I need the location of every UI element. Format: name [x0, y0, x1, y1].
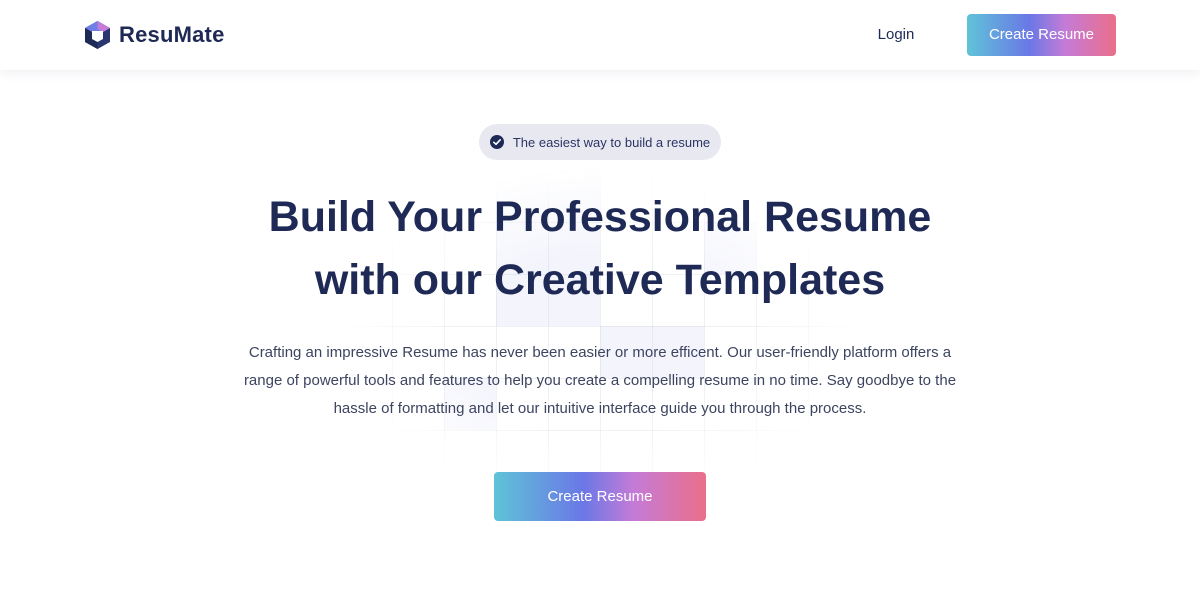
badge-text: The easiest way to build a resume: [512, 134, 711, 150]
hero-description: Crafting an impressive Resume has never …: [243, 344, 957, 417]
hero-title: Build Your Professional Resume with our …: [200, 186, 1000, 312]
header-create-resume-button[interactable]: Create Resume: [967, 14, 1116, 56]
hero-badge: The easiest way to build a resume: [479, 124, 721, 160]
hero-title-line-2: with our Creative Templates: [314, 256, 886, 304]
brand-name: ResuMate: [119, 22, 225, 47]
brand-logo[interactable]: ResuMate: [84, 20, 225, 50]
check-circle-icon: [489, 135, 504, 149]
hexagon-cube-logo-icon: [85, 21, 110, 49]
login-link[interactable]: Login: [866, 24, 926, 46]
top-navbar: ResuMate Login Create Resume: [0, 0, 1200, 70]
hero-create-resume-button[interactable]: Create Resume: [494, 472, 706, 521]
hero-title-line-1: Build Your Professional Resume: [268, 193, 932, 241]
